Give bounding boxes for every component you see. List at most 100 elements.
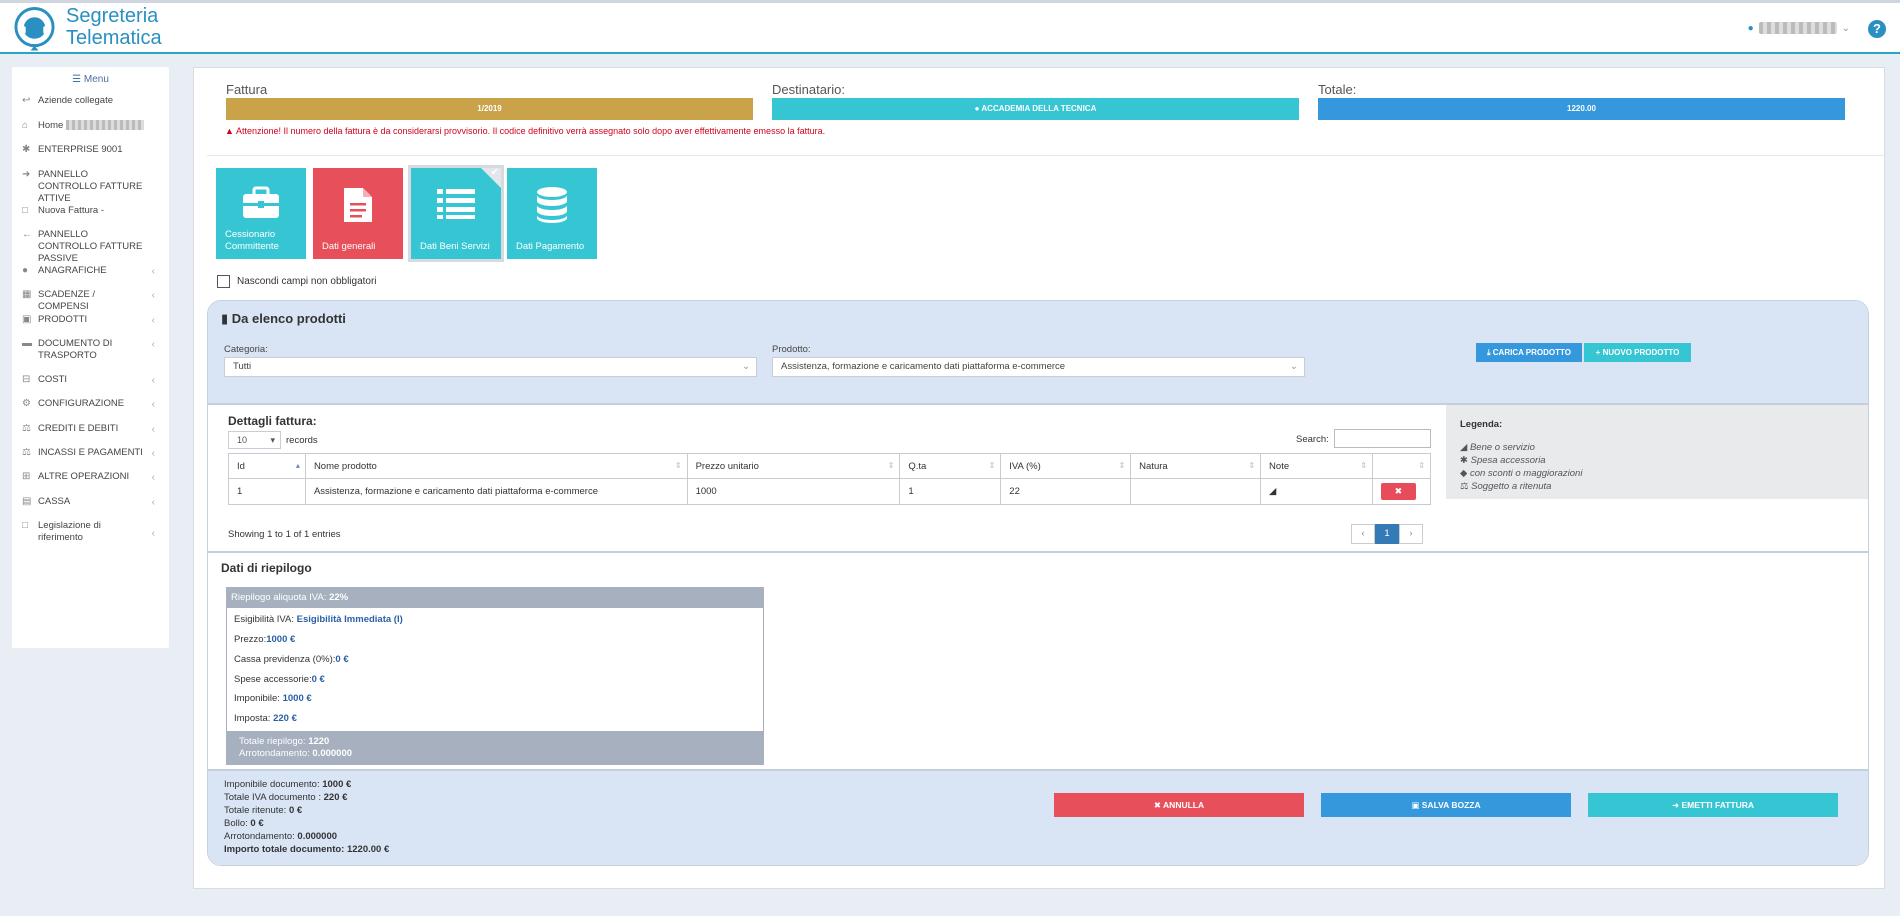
help-button[interactable]: ? <box>1868 20 1886 38</box>
column-header-qta[interactable]: Q.ta ⇕ <box>899 453 1002 479</box>
column-header-label: Q.ta <box>908 460 927 472</box>
column-header-iva[interactable]: IVA (%) ⇕ <box>1000 453 1132 479</box>
sidebar-item-altre[interactable]: ⊞ ALTRE OPERAZIONI ‹ <box>12 471 169 483</box>
asterisk-icon: ✱ <box>22 144 31 155</box>
pagination-page-1[interactable]: 1 <box>1375 524 1399 544</box>
headset-logo-icon[interactable] <box>13 6 56 52</box>
divider <box>208 551 1868 553</box>
sidebar-item-home[interactable]: ⌂ Home <box>12 120 169 132</box>
summary-fattura: Fattura 1/2019 <box>226 82 753 120</box>
arrotondamento-value: 0.000000 <box>312 748 353 759</box>
page-length-select[interactable]: 10 ▾ <box>228 431 281 449</box>
imponibile-value: 1000 € <box>282 693 312 704</box>
balance-scale-icon: ⚖ <box>22 447 31 458</box>
table-row[interactable]: 1 Assistenza, formazione e caricamento d… <box>228 478 1432 505</box>
cassa-row: Cassa previdenza (0%):0 € <box>234 654 349 665</box>
brand-line-1: Segreteria <box>66 5 159 27</box>
sidebar-item-label: CREDITI E DEBITI <box>38 423 119 434</box>
chevron-left-icon: ‹ <box>151 339 155 350</box>
hide-optional-checkbox[interactable] <box>217 275 230 288</box>
prodotto-select[interactable]: Assistenza, formazione e caricamento dat… <box>772 357 1305 377</box>
salva-bozza-button[interactable]: ▣ SALVA BOZZA <box>1321 793 1571 817</box>
menu-toggle[interactable]: ☰ Menu <box>12 67 169 85</box>
sidebar-item-enterprise[interactable]: ✱ ENTERPRISE 9001 <box>12 144 169 156</box>
sidebar-item-label: Aziende collegate <box>38 95 113 106</box>
provisional-number-warning: ▲ Attenzione! Il numero della fattura è … <box>225 126 825 136</box>
totale-riepilogo-value: 1220 <box>308 736 330 747</box>
sort-icon: ⇕ <box>988 461 996 470</box>
user-menu[interactable]: ● ⌄ <box>1748 22 1850 34</box>
download-icon: ⤓ <box>1486 348 1491 357</box>
balance-scale-icon: ⚖ <box>1460 481 1469 492</box>
spese-label: Spese accessorie: <box>234 674 312 685</box>
totale-riepilogo-label: Totale riepilogo: <box>239 736 306 747</box>
summary-totale: Totale: 1220.00 <box>1318 82 1845 120</box>
sort-icon: ⇕ <box>674 461 682 470</box>
column-header-natura[interactable]: Natura ⇕ <box>1130 453 1262 479</box>
sidebar-item-configurazione[interactable]: ⚙ CONFIGURAZIONE ‹ <box>12 398 169 410</box>
ritenute-row: Totale ritenute: 0 € <box>224 805 302 816</box>
brand-line-2: Telematica <box>66 27 162 49</box>
carica-prodotto-button[interactable]: ⤓ CARICA PRODOTTO <box>1476 343 1582 362</box>
pagination-next[interactable]: › <box>1399 524 1423 544</box>
hide-optional-fields[interactable]: Nascondi campi non obbligatori <box>217 275 377 288</box>
tile-label: Dati generali <box>322 241 376 252</box>
divider <box>207 155 1884 156</box>
tag-icon: ◆ <box>1460 468 1468 479</box>
main-panel: Fattura 1/2019 Destinatario: ● ACCADEMIA… <box>193 67 1885 889</box>
close-icon: ✖ <box>1153 800 1161 810</box>
tab-dati-beni-servizi[interactable]: ✔ Dati Beni Servizi <box>408 165 504 262</box>
sidebar-item-ddt[interactable]: ▬ DOCUMENTO DI TRASPORTO ‹ <box>12 338 169 362</box>
tab-dati-pagamento[interactable]: Dati Pagamento <box>507 168 597 259</box>
sidebar-item-fatture-passive[interactable]: ← PANNELLO CONTROLLO FATTURE PASSIVE <box>12 229 169 265</box>
importo-totale-row: Importo totale documento: 1220.00 € <box>224 844 389 855</box>
sidebar-item-incassi[interactable]: ⚖ INCASSI E PAGAMENTI ‹ <box>12 447 169 459</box>
tile-label: Dati Beni Servizi <box>420 241 490 252</box>
top-header: Segreteria Telematica ● ⌄ ? <box>0 0 1900 54</box>
imponibile-label: Imponibile: <box>234 693 280 704</box>
chevron-down-icon: ⌄ <box>1841 22 1850 34</box>
emetti-fattura-button[interactable]: ➜ EMETTI FATTURA <box>1588 793 1838 817</box>
riepilogo-footer: Totale riepilogo: 1220 Arrotondamento: 0… <box>227 731 763 764</box>
nuovo-prodotto-button[interactable]: + NUOVO PRODOTTO <box>1584 343 1691 362</box>
column-header-id[interactable]: Id ▴ <box>228 453 306 479</box>
sidebar-item-anagrafiche[interactable]: ● ANAGRAFICHE ‹ <box>12 265 169 277</box>
sidebar-item-label: SCADENZE / COMPENSI <box>38 289 96 312</box>
column-header-prezzo[interactable]: Prezzo unitario ⇕ <box>686 453 901 479</box>
sidebar-item-scadenze[interactable]: ▦ SCADENZE / COMPENSI ‹ <box>12 289 169 313</box>
balance-scale-icon: ⚖ <box>22 423 31 434</box>
sidebar-item-label: Legislazione di riferimento <box>38 520 101 543</box>
tab-cessionario-committente[interactable]: Cessionario Committente <box>216 168 306 259</box>
sidebar-item-crediti[interactable]: ⚖ CREDITI E DEBITI ‹ <box>12 423 169 435</box>
delete-row-button[interactable]: ✖ <box>1380 483 1416 500</box>
fattura-number-bar: 1/2019 <box>226 98 753 120</box>
file-icon: □ <box>22 520 29 531</box>
chevron-left-icon: ‹ <box>151 528 155 539</box>
annulla-button[interactable]: ✖ ANNULLA <box>1054 793 1304 817</box>
column-header-nome[interactable]: Nome prodotto ⇕ <box>304 453 688 479</box>
sidebar: ☰ Menu ↩ Aziende collegate ⌂ Home ✱ ENTERPR… <box>12 67 169 648</box>
sidebar-item-costi[interactable]: ⊟ COSTI ‹ <box>12 374 169 386</box>
column-header-actions[interactable]: ⇕ <box>1371 453 1432 479</box>
tab-dati-generali[interactable]: Dati generali <box>313 168 403 259</box>
sidebar-item-nuova-fattura[interactable]: □ Nuova Fattura - <box>12 205 169 217</box>
search-input[interactable] <box>1334 429 1431 448</box>
arrotondamento-documento-row: Arrotondamento: 0.000000 <box>224 831 337 842</box>
cell-note: ◢ <box>1260 478 1373 505</box>
categoria-select[interactable]: Tutti ⌄ <box>224 357 757 377</box>
brand-name[interactable]: Segreteria Telematica <box>66 5 162 49</box>
sidebar-item-fatture-attive[interactable]: ➜ PANNELLO CONTROLLO FATTURE ATTIVE <box>12 169 169 205</box>
sidebar-item-cassa[interactable]: ▤ CASSA ‹ <box>12 496 169 508</box>
riepilogo-title: Dati di riepilogo <box>221 561 312 575</box>
sidebar-item-aziende[interactable]: ↩ Aziende collegate <box>12 95 169 107</box>
pagination-prev[interactable]: ‹ <box>1351 524 1375 544</box>
importo-totale-value: 1220.00 € <box>346 844 390 855</box>
cubes-icon: ▣ <box>22 314 32 325</box>
nuovo-prodotto-label: NUOVO PRODOTTO <box>1602 348 1680 357</box>
sidebar-item-prodotti[interactable]: ▣ PRODOTTI ‹ <box>12 314 169 326</box>
cash-icon: ▤ <box>22 496 32 507</box>
column-header-note[interactable]: Note ⇕ <box>1260 453 1373 479</box>
sidebar-item-label: ENTERPRISE 9001 <box>38 144 123 155</box>
sidebar-item-legislazione[interactable]: □ Legislazione di riferimento ‹ <box>12 520 169 544</box>
warning-text: Attenzione! Il numero della fattura è da… <box>235 126 826 136</box>
